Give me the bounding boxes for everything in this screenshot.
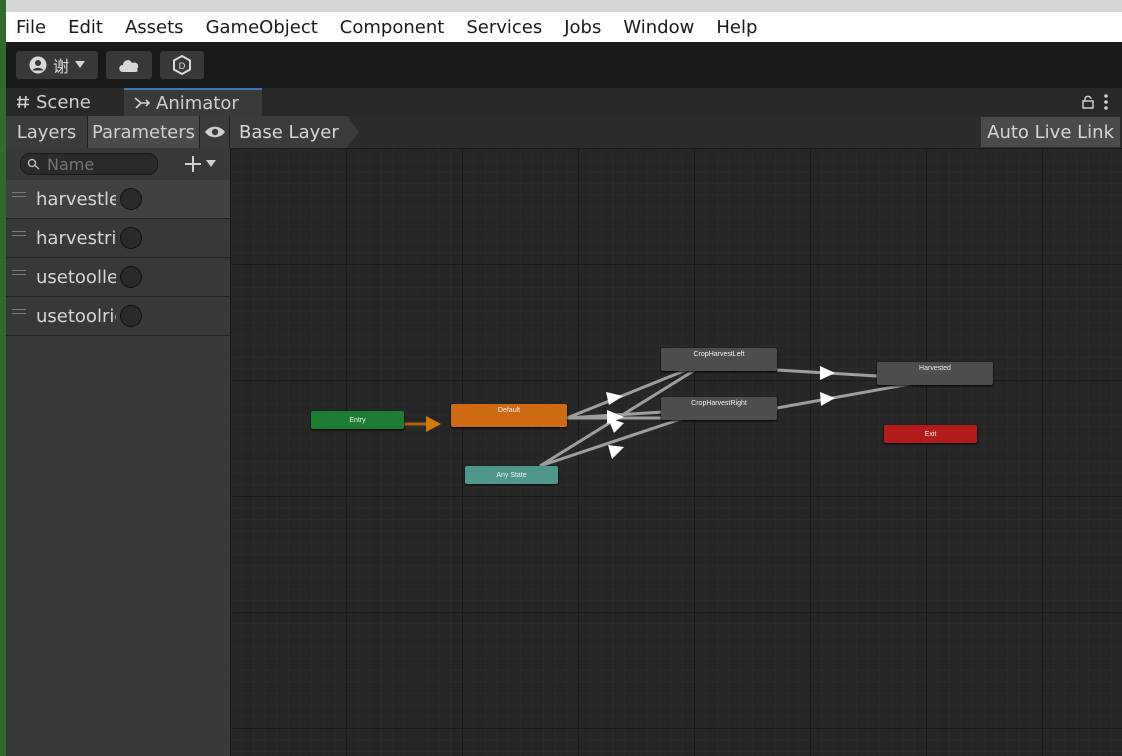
transition-arrow-icon [820,366,835,380]
cloud-icon [119,60,139,72]
menu-assets[interactable]: Assets [125,17,184,38]
menu-jobs[interactable]: Jobs [564,17,601,38]
parameter-row[interactable]: usetoolright [6,297,230,336]
panel-tabs: Layers Parameters [6,116,230,148]
parameter-row[interactable]: harvestright [6,219,230,258]
tab-spacer [262,88,1082,116]
parameter-name[interactable]: usetoolleft [36,267,116,288]
lock-icon[interactable] [1082,95,1094,109]
account-button[interactable]: 谢 [16,51,98,79]
account-name: 谢 [52,57,69,76]
menu-window[interactable]: Window [623,17,694,38]
menu-gameobject[interactable]: GameObject [206,17,318,38]
auto-live-link-button[interactable]: Auto Live Link [981,117,1120,147]
trigger-toggle[interactable] [120,266,142,288]
cloud-button[interactable] [106,51,152,79]
svg-text:D: D [179,62,186,72]
title-bar [6,0,1122,12]
tab-animator-label: Animator [156,92,239,114]
hash-icon [17,95,29,109]
search-input[interactable] [47,154,147,174]
parameters-panel: Layers Parameters harvestle [6,116,230,756]
account-icon [29,56,47,74]
transition-arrow-icon [820,392,835,406]
menu-file[interactable]: File [16,17,46,38]
eye-icon [204,126,225,138]
search-row [6,148,230,180]
transition-arrow-icon [606,392,623,405]
tab-controls [1082,88,1122,116]
tab-parameters[interactable]: Parameters [88,116,200,148]
plus-icon [185,156,201,172]
add-parameter-button[interactable] [184,155,216,173]
transition-line [776,382,911,410]
tab-scene[interactable]: Scene [6,88,124,116]
drag-handle-icon[interactable] [12,192,26,200]
trigger-toggle[interactable] [120,188,142,210]
chevron-down-icon [75,61,85,68]
tab-layers[interactable]: Layers [6,116,88,148]
toolbar: 谢 D [6,42,1122,88]
trigger-toggle[interactable] [120,305,142,327]
chevron-down-icon [206,160,216,167]
visibility-toggle[interactable] [200,116,230,148]
state-crop-harvest-left[interactable]: CropHarvestLeft [661,348,777,371]
parameter-name[interactable]: usetoolright [36,306,116,327]
parameter-row[interactable]: harvestleft [6,180,230,219]
state-any-state[interactable]: Any State [465,466,558,484]
search-icon [27,158,40,170]
menu-component[interactable]: Component [340,17,445,38]
menu-services[interactable]: Services [466,17,542,38]
drag-handle-icon[interactable] [12,231,26,239]
tab-animator[interactable]: Animator [124,88,262,116]
state-harvested[interactable]: Harvested [877,362,993,385]
state-entry[interactable]: Entry [311,411,404,429]
transition-arrow-icon [608,445,624,459]
state-crop-harvest-right[interactable]: CropHarvestRight [661,397,777,420]
tab-scene-label: Scene [36,91,91,113]
entry-arrow-icon [426,416,441,432]
editor-tabbar: Scene Animator [6,88,1122,116]
animator-icon [134,97,150,109]
drag-handle-icon[interactable] [12,309,26,317]
state-default[interactable]: Default [451,404,567,427]
kebab-menu-icon[interactable] [1104,94,1108,110]
parameter-name[interactable]: harvestleft [36,189,116,210]
breadcrumb-base-layer[interactable]: Base Layer [230,116,359,148]
menu-help[interactable]: Help [716,17,757,38]
parameter-row[interactable]: usetoolleft [6,258,230,297]
collab-icon: D [173,55,191,75]
state-exit[interactable]: Exit [884,425,977,443]
trigger-toggle[interactable] [120,227,142,249]
menu-bar: File Edit Assets GameObject Component Se… [6,12,1122,42]
transition-layer [404,358,911,468]
parameter-name[interactable]: harvestright [36,228,116,249]
search-box [20,153,158,175]
drag-handle-icon[interactable] [12,270,26,278]
state-machine-graph[interactable]: Entry Default Any State CropHarvestLeft … [230,148,1122,756]
collab-button[interactable]: D [160,51,204,79]
menu-edit[interactable]: Edit [68,17,103,38]
graph-header: Base Layer Auto Live Link [230,116,1122,148]
